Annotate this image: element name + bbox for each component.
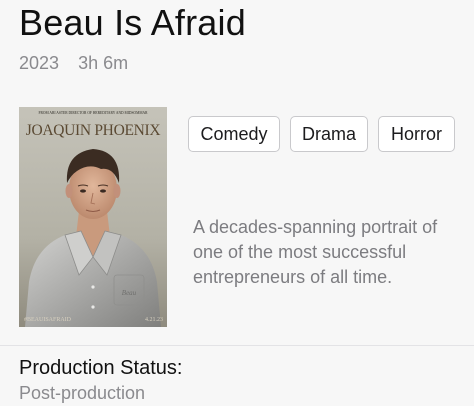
- genre-chip-drama[interactable]: Drama: [290, 116, 368, 152]
- svg-text:Beau: Beau: [122, 289, 137, 297]
- movie-description: A decades-spanning portrait of one of th…: [193, 217, 438, 287]
- movie-meta: 2023 3h 6m: [19, 53, 142, 74]
- production-status-heading: Production Status:: [19, 357, 183, 379]
- movie-poster[interactable]: Beau FROM ARI ASTER DIRECTOR OF HEREDITA…: [19, 107, 167, 327]
- poster-credit-line: FROM ARI ASTER DIRECTOR OF HEREDITARY AN…: [38, 111, 148, 115]
- poster-hashtag: #BEAUISAFRAID: [24, 317, 72, 323]
- movie-title: Beau Is Afraid: [19, 2, 246, 43]
- production-status-value: Post-production: [19, 383, 146, 403]
- genre-chip-horror[interactable]: Horror: [378, 116, 455, 152]
- poster-artwork: Beau: [19, 107, 167, 327]
- poster-release-date: 4.21.23: [145, 317, 163, 323]
- section-divider: [0, 345, 474, 346]
- runtime: 3h 6m: [78, 53, 129, 73]
- release-year: 2023: [19, 53, 60, 73]
- poster-actor-name: JOAQUIN PHOENIX: [25, 122, 161, 139]
- genre-chip-comedy[interactable]: Comedy: [188, 116, 280, 152]
